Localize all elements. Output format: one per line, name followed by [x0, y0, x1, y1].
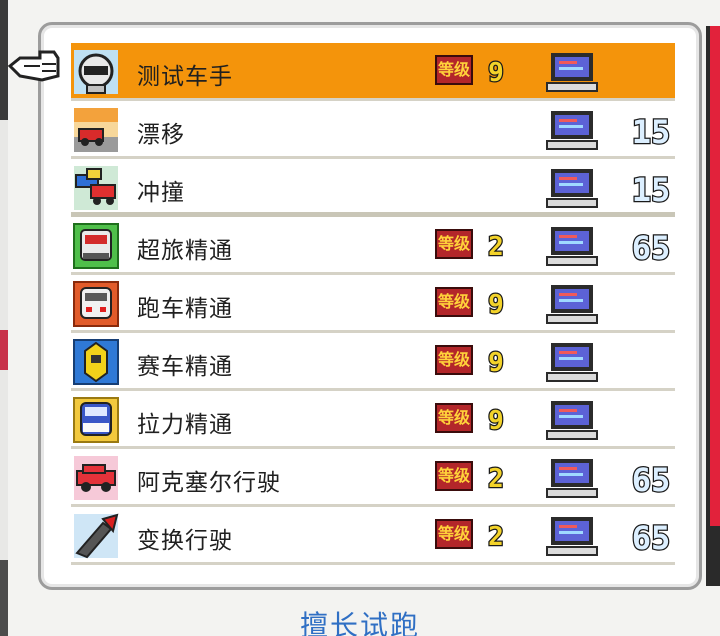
- skill-name: 测试车手: [137, 64, 233, 90]
- level-value: 9: [487, 289, 505, 317]
- skill-name: 赛车精通: [137, 354, 233, 380]
- level-value: 9: [487, 57, 505, 85]
- level-tag: 等级: [435, 461, 473, 491]
- skill-list: 测试车手 等级 9 漂移 15 冲撞 15 超旅精通 等级 2 65 跑车精通 等级 9 赛车精通 等级 9 拉力…: [71, 43, 675, 565]
- svg-text:2: 2: [488, 464, 504, 491]
- svg-text:15: 15: [632, 171, 671, 205]
- skill-name: 阿克塞尔行驶: [137, 470, 281, 496]
- skill-name: 漂移: [137, 122, 185, 148]
- level-tag: 等级: [435, 229, 473, 259]
- crash-cars-icon: [74, 166, 118, 210]
- svg-text:9: 9: [488, 348, 504, 375]
- svg-text:2: 2: [488, 232, 504, 259]
- skill-row[interactable]: 漂移 15: [71, 101, 675, 159]
- cost-value: 65: [630, 460, 671, 495]
- svg-text:9: 9: [488, 58, 504, 85]
- computer-icon: [546, 517, 598, 556]
- skill-name: 变换行驶: [137, 528, 233, 554]
- level-tag: 等级: [435, 55, 473, 85]
- sports-car-icon: [73, 281, 119, 327]
- axel-drive-car-icon: [74, 456, 118, 500]
- scrollbar[interactable]: [706, 26, 720, 586]
- skill-name: 拉力精通: [137, 412, 233, 438]
- level-tag: 等级: [435, 345, 473, 375]
- cost-value: 65: [630, 228, 671, 263]
- svg-text:65: 65: [632, 229, 671, 263]
- computer-icon: [546, 285, 598, 324]
- svg-text:65: 65: [632, 461, 671, 495]
- skill-row[interactable]: 变换行驶 等级 2 65: [71, 507, 675, 565]
- race-car-icon: [73, 339, 119, 385]
- scrollbar-thumb[interactable]: [710, 26, 720, 526]
- computer-icon: [546, 401, 598, 440]
- svg-text:2: 2: [488, 522, 504, 549]
- touring-car-icon: [73, 223, 119, 269]
- computer-icon: [546, 53, 598, 92]
- hand-pointer-icon: [7, 50, 60, 82]
- skill-row[interactable]: 冲撞 15: [71, 159, 675, 217]
- level-value: 9: [487, 347, 505, 375]
- skill-row[interactable]: 测试车手 等级 9: [71, 43, 675, 101]
- skill-row[interactable]: 超旅精通 等级 2 65: [71, 217, 675, 275]
- skill-row[interactable]: 拉力精通 等级 9: [71, 391, 675, 449]
- driver-helmet-icon: [74, 50, 118, 94]
- cost-value: 15: [630, 170, 671, 205]
- rally-car-icon: [73, 397, 119, 443]
- level-value: 9: [487, 405, 505, 433]
- skill-row[interactable]: 跑车精通 等级 9: [71, 275, 675, 333]
- svg-text:15: 15: [632, 113, 671, 147]
- skill-name: 超旅精通: [137, 238, 233, 264]
- skill-list-panel: 测试车手 等级 9 漂移 15 冲撞 15 超旅精通 等级 2 65 跑车精通 等级 9 赛车精通 等级 9 拉力…: [38, 22, 702, 590]
- svg-text:65: 65: [632, 519, 671, 553]
- skill-name: 冲撞: [137, 180, 185, 206]
- svg-text:9: 9: [488, 290, 504, 317]
- transform-drive-icon: [74, 513, 119, 559]
- computer-icon: [546, 459, 598, 498]
- skill-name: 跑车精通: [137, 296, 233, 322]
- level-tag: 等级: [435, 287, 473, 317]
- cost-value: 15: [630, 112, 671, 147]
- computer-icon: [546, 169, 598, 208]
- level-value: 2: [487, 463, 505, 491]
- computer-icon: [546, 343, 598, 382]
- menu-title: 擅长试跑: [299, 609, 420, 636]
- computer-icon: [546, 227, 598, 266]
- level-tag: 等级: [435, 403, 473, 433]
- level-tag: 等级: [435, 519, 473, 549]
- level-value: 2: [487, 231, 505, 259]
- svg-text:9: 9: [488, 406, 504, 433]
- skill-row[interactable]: 赛车精通 等级 9: [71, 333, 675, 391]
- cost-value: 65: [630, 518, 671, 553]
- left-edge-strip: [0, 0, 8, 636]
- skill-row[interactable]: 阿克塞尔行驶 等级 2 65: [71, 449, 675, 507]
- computer-icon: [546, 111, 598, 150]
- drift-car-icon: [74, 108, 118, 152]
- level-value: 2: [487, 521, 505, 549]
